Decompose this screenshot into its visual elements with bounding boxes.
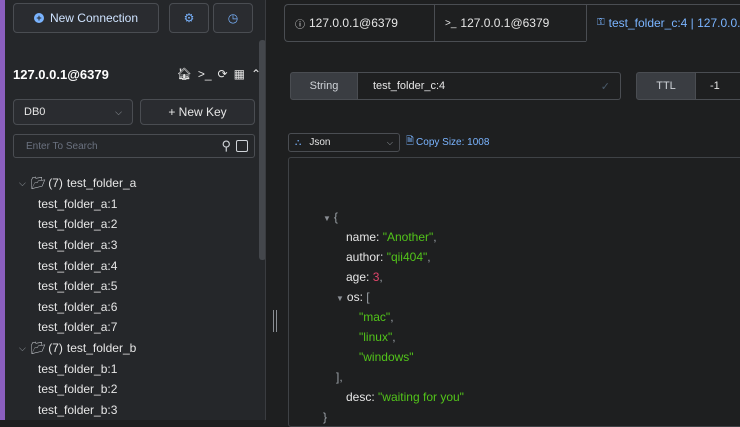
key-tree: ⌵ 📂︎ (7) test_folder_a test_folder_a:1 test_f… (13, 173, 253, 420)
key-icon: ⚿ (597, 17, 605, 28)
tree-key-item[interactable]: test_folder_b:2 (13, 379, 253, 400)
key-name: test_folder_a:6 (38, 299, 118, 314)
tree-key-item[interactable]: test_folder_b:1 (13, 358, 253, 379)
ttl-input[interactable]: -1 (696, 72, 740, 100)
folder-open-icon: 📂︎ (31, 341, 47, 356)
tab-terminal[interactable]: >_ 127.0.0.1@6379 (434, 4, 586, 42)
tab-connection-info[interactable]: ⓘ 127.0.0.1@6379 (284, 4, 434, 42)
format-value: Json (309, 137, 331, 148)
connection-header[interactable]: 127.0.0.1@6379 🏠︎ >_ ⟳ ▦ ⌃ (13, 62, 261, 86)
new-connection-button[interactable]: + New Connection (13, 3, 159, 33)
copy-value-link[interactable]: 🗎 Copy Size: 1008 (406, 134, 489, 151)
tab-label: test_folder_c:4 | 127.0.0.1@6379 (608, 15, 740, 30)
collapse-triangle-icon[interactable]: ▼ (323, 214, 331, 223)
json-name-line: name: "Another", (346, 230, 437, 244)
db-select-value: DB0 (24, 106, 46, 118)
ttl-label: TTL (636, 72, 696, 100)
tree-icon: ⛬ (295, 137, 302, 147)
sidebar: + New Connection ⚙ ◷ 127.0.0.1@6379 🏠︎ >… (5, 0, 266, 420)
json-desc-line: desc: "waiting for you" (346, 390, 464, 404)
json-os-close: ], (336, 370, 343, 384)
collapse-triangle-icon[interactable]: ▼ (336, 294, 344, 303)
tree-folder[interactable]: ⌵ 📂︎ (7) test_folder_b (13, 338, 253, 359)
json-array-item: "linux", (359, 330, 396, 344)
tree-key-item[interactable]: test_folder_a:7 (13, 317, 253, 338)
key-name: test_folder_a:4 (38, 258, 118, 273)
folder-name: test_folder_b (66, 341, 137, 356)
connection-name: 127.0.0.1@6379 (13, 66, 109, 82)
new-connection-label: New Connection (49, 11, 139, 25)
chevron-down-icon: ⌵ (19, 342, 26, 353)
chevron-down-icon: ⌵ (115, 106, 122, 117)
json-open-line: ▼{ (323, 210, 338, 224)
clock-icon: ◷ (227, 11, 239, 25)
key-name-input[interactable]: test_folder_c:4 ✓ (358, 72, 621, 100)
key-type-badge: String (290, 72, 358, 100)
search-placeholder: Enter To Search (26, 140, 98, 152)
tree-key-item[interactable]: test_folder_a:3 (13, 235, 253, 256)
key-name: test_folder_a:7 (38, 320, 118, 335)
json-array-item: "mac", (359, 310, 394, 324)
document-icon: 🗎 (406, 136, 415, 147)
home-icon[interactable]: 🏠︎ (177, 67, 192, 81)
settings-button[interactable]: ⚙ (169, 3, 209, 33)
check-icon[interactable]: ✓ (601, 80, 610, 93)
history-button[interactable]: ◷ (213, 3, 253, 33)
json-os-line: ▼ os: [ (336, 290, 370, 304)
json-viewer[interactable]: ▼{ name: "Another", author: "qii404", ag… (288, 157, 740, 427)
folder-count: (7) (48, 341, 63, 356)
json-close-line: } (323, 410, 328, 424)
tab-bar: ⓘ 127.0.0.1@6379 >_ 127.0.0.1@6379 ⚿ tes… (284, 4, 740, 42)
key-name: test_folder_a:5 (38, 279, 118, 294)
json-array-item: "windows" (359, 350, 414, 364)
key-name: test_folder_b:1 (38, 361, 118, 376)
key-name: test_folder_a:3 (38, 238, 118, 253)
tab-label: 127.0.0.1@6379 (309, 16, 398, 30)
connection-tools: 🏠︎ >_ ⟳ ▦ ⌃ (177, 67, 261, 81)
info-icon: ⓘ (295, 19, 305, 31)
tree-key-item[interactable]: test_folder_a:1 (13, 194, 253, 215)
key-name: test_folder_b:2 (38, 382, 118, 397)
chevron-down-icon: ⌵ (19, 177, 26, 188)
terminal-icon[interactable]: >_ (198, 67, 212, 81)
folder-open-icon: 📂︎ (31, 176, 47, 191)
terminal-icon: >_ (445, 17, 457, 29)
chevron-down-icon: ⌵ (386, 137, 393, 147)
folder-name: test_folder_a (66, 176, 137, 191)
db-select[interactable]: DB0 ⌵ (13, 99, 133, 125)
tree-key-item[interactable]: test_folder_a:4 (13, 255, 253, 276)
folder-count: (7) (48, 176, 63, 191)
grid-icon[interactable]: ▦ (234, 67, 245, 81)
new-key-button[interactable]: + New Key (140, 99, 255, 125)
key-name: test_folder_a:2 (38, 217, 118, 232)
copy-label: Copy Size: 1008 (416, 137, 490, 148)
tree-key-item[interactable]: test_folder_a:6 (13, 297, 253, 318)
format-select[interactable]: ⛬ Json ⌵ (288, 133, 400, 152)
tab-label: 127.0.0.1@6379 (460, 16, 550, 30)
tree-key-item[interactable]: test_folder_a:2 (13, 214, 253, 235)
tree-key-item[interactable]: test_folder_b:3 (13, 400, 253, 421)
key-name: test_folder_b:3 (38, 402, 118, 417)
json-age-line: age: 3, (346, 270, 383, 284)
search-icon[interactable]: ⚲ (221, 138, 231, 154)
tree-folder[interactable]: ⌵ 📂︎ (7) test_folder_a (13, 173, 253, 194)
refresh-icon[interactable]: ⟳ (218, 67, 228, 81)
json-author-line: author: "qii404", (346, 250, 431, 264)
gear-icon: ⚙ (183, 11, 195, 25)
resize-handle[interactable] (273, 310, 277, 332)
tree-key-item[interactable]: test_folder_a:5 (13, 276, 253, 297)
key-name-value: test_folder_c:4 (373, 80, 446, 92)
tab-key-detail[interactable]: ⚿ test_folder_c:4 | 127.0.0.1@6379 (586, 4, 740, 42)
plus-circle-icon: + (33, 13, 44, 23)
key-search-input[interactable]: Enter To Search ⚲ (13, 134, 255, 158)
key-name: test_folder_a:1 (38, 196, 118, 211)
exact-search-checkbox[interactable] (236, 140, 248, 152)
